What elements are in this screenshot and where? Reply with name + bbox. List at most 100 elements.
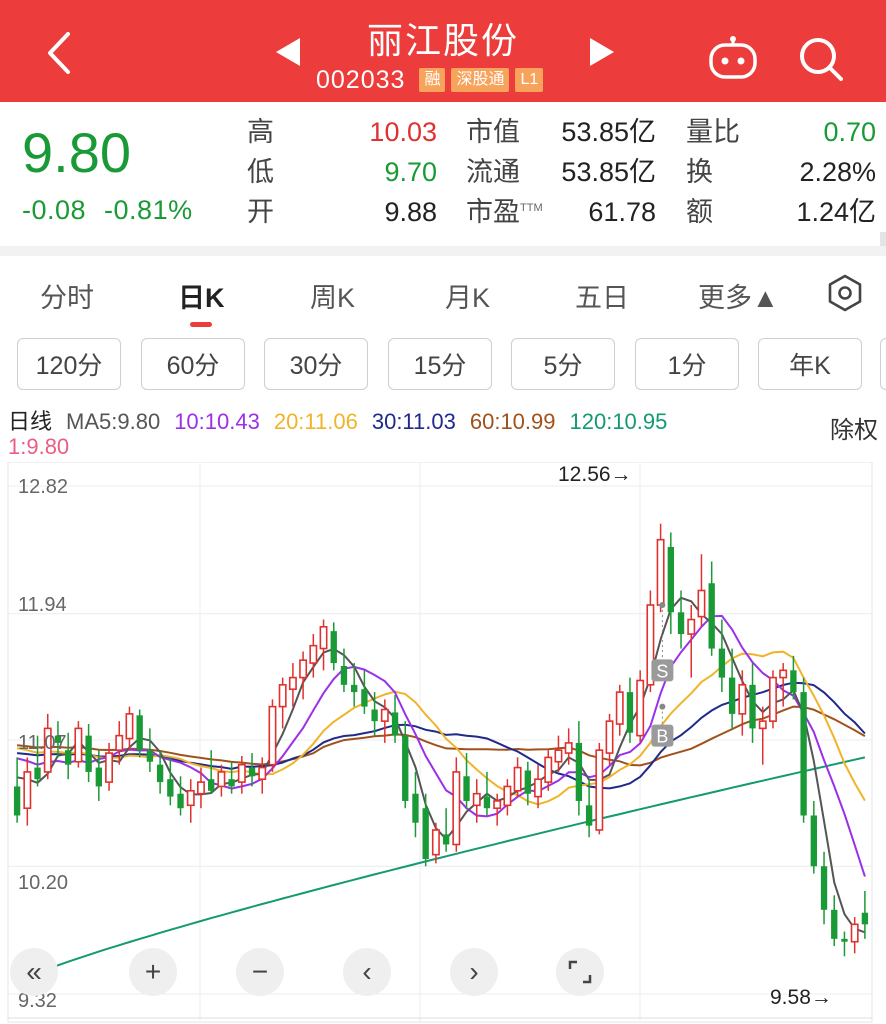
candle-down xyxy=(820,866,828,910)
candle-up xyxy=(534,778,543,798)
change-percent: -0.81% xyxy=(104,195,193,225)
candle-up xyxy=(431,829,440,856)
candle-down xyxy=(351,684,358,693)
ma120-value: 120:10.95 xyxy=(569,409,668,434)
period-overflow[interactable] xyxy=(880,338,886,390)
candle-down xyxy=(146,750,154,762)
top-header: 丽江股份 002033 融 深股通 L1 xyxy=(0,0,886,102)
stats-col-1-values: 10.03 9.70 9.88 xyxy=(300,112,437,232)
candle-down xyxy=(708,583,715,649)
pe-value: 61.78 xyxy=(588,197,656,227)
tab-weekly-k[interactable]: 周K xyxy=(310,276,355,315)
tab-daily-k[interactable]: 日K xyxy=(178,276,225,315)
candle-down xyxy=(422,808,429,860)
amount-value: 1.24亿 xyxy=(796,197,876,227)
low-annotation: 9.58→ xyxy=(770,986,832,1009)
candle-down xyxy=(861,912,869,925)
mktcap-value: 53.85亿 xyxy=(561,117,656,147)
candle-up xyxy=(288,676,297,691)
candle-up xyxy=(615,691,624,725)
candle-up xyxy=(299,659,308,679)
low-label: 低 xyxy=(247,157,274,187)
ma30-value: 30:11.03 xyxy=(371,409,456,434)
candle-down xyxy=(13,786,21,816)
candle-up xyxy=(554,749,563,763)
scroll-left-icon[interactable]: ‹ xyxy=(343,948,391,996)
robot-assistant-icon[interactable] xyxy=(706,36,760,80)
candle-down xyxy=(167,779,174,797)
candle-down xyxy=(136,715,143,751)
candle-up xyxy=(472,792,481,807)
fullscreen-icon[interactable] xyxy=(556,948,604,996)
candle-down xyxy=(330,631,337,664)
period-60min[interactable]: 60分 xyxy=(141,338,245,390)
candle-up xyxy=(115,734,124,751)
change-value: -0.08 xyxy=(22,195,87,225)
collapse-left-icon[interactable]: « xyxy=(10,948,58,996)
next-stock-arrow-icon[interactable] xyxy=(590,38,614,66)
candle-up xyxy=(380,708,389,722)
candle-down xyxy=(718,648,726,678)
candle-down xyxy=(483,796,491,809)
period-1min[interactable]: 1分 xyxy=(635,338,739,390)
prev-stock-arrow-icon[interactable] xyxy=(276,38,300,66)
candle-down xyxy=(340,665,348,685)
tab-more[interactable]: 更多▲ xyxy=(698,276,779,315)
scroll-right-icon[interactable]: › xyxy=(450,948,498,996)
tab-five-day[interactable]: 五日 xyxy=(575,276,629,315)
candle-down xyxy=(575,742,583,801)
candle-down xyxy=(156,764,164,783)
candle-up xyxy=(74,727,83,763)
search-icon[interactable] xyxy=(796,34,846,84)
settings-hexagon-icon[interactable] xyxy=(826,274,864,312)
chart-tabs: 分时 日K 周K 月K 五日 更多▲ xyxy=(0,262,886,326)
k-line-chart[interactable]: SB xyxy=(0,462,886,1024)
candle-up xyxy=(544,756,553,783)
period-5min[interactable]: 5分 xyxy=(511,338,615,390)
candle-down xyxy=(626,692,634,733)
candle-down xyxy=(831,909,838,939)
tab-monthly-k[interactable]: 月K xyxy=(445,276,490,315)
period-30min[interactable]: 30分 xyxy=(264,338,368,390)
period-15min[interactable]: 15分 xyxy=(388,338,492,390)
turnover-label: 换 xyxy=(686,157,713,187)
candle-down xyxy=(677,612,685,635)
candle-down xyxy=(749,684,756,729)
candle-up xyxy=(779,669,788,679)
scroll-indicator xyxy=(880,232,886,246)
candle-up xyxy=(605,720,614,754)
candle-down xyxy=(208,779,215,791)
period-year-k[interactable]: 年K xyxy=(758,338,862,390)
candle-up xyxy=(268,705,277,766)
candle-down xyxy=(667,546,674,613)
candle-up xyxy=(186,789,195,807)
amount-label: 额 xyxy=(686,197,713,227)
volratio-value: 0.70 xyxy=(823,117,876,147)
candle-up xyxy=(452,771,461,846)
period-120min[interactable]: 120分 xyxy=(17,338,121,390)
price-change: -0.08 -0.81% xyxy=(22,195,211,226)
ex-rights-toggle[interactable]: 除权 xyxy=(830,410,878,445)
zoom-out-icon[interactable]: − xyxy=(236,948,284,996)
candle-down xyxy=(800,692,807,816)
open-label: 开 xyxy=(247,197,274,227)
tag-margin: 融 xyxy=(419,68,446,92)
zoom-in-icon[interactable]: + xyxy=(129,948,177,996)
candle-up xyxy=(758,720,767,730)
ma5-line xyxy=(16,596,866,934)
candle-down xyxy=(371,709,378,722)
candle-up xyxy=(636,679,645,737)
stock-code: 002033 xyxy=(316,65,406,94)
candle-up xyxy=(105,752,114,783)
candle-up xyxy=(503,785,512,807)
candle-up xyxy=(217,771,226,788)
ma60-value: 60:10.99 xyxy=(469,409,556,434)
tab-intraday[interactable]: 分时 xyxy=(40,276,94,315)
candle-down xyxy=(228,779,235,787)
ma-legend-label: 日线 xyxy=(8,409,53,434)
stats-col-2-values: 53.85亿 53.85亿 61.78 xyxy=(530,112,656,232)
candle-down xyxy=(85,735,92,772)
y-tick-2: 11.07 xyxy=(18,732,67,754)
candle-up xyxy=(237,763,246,783)
candle-down xyxy=(402,735,409,801)
